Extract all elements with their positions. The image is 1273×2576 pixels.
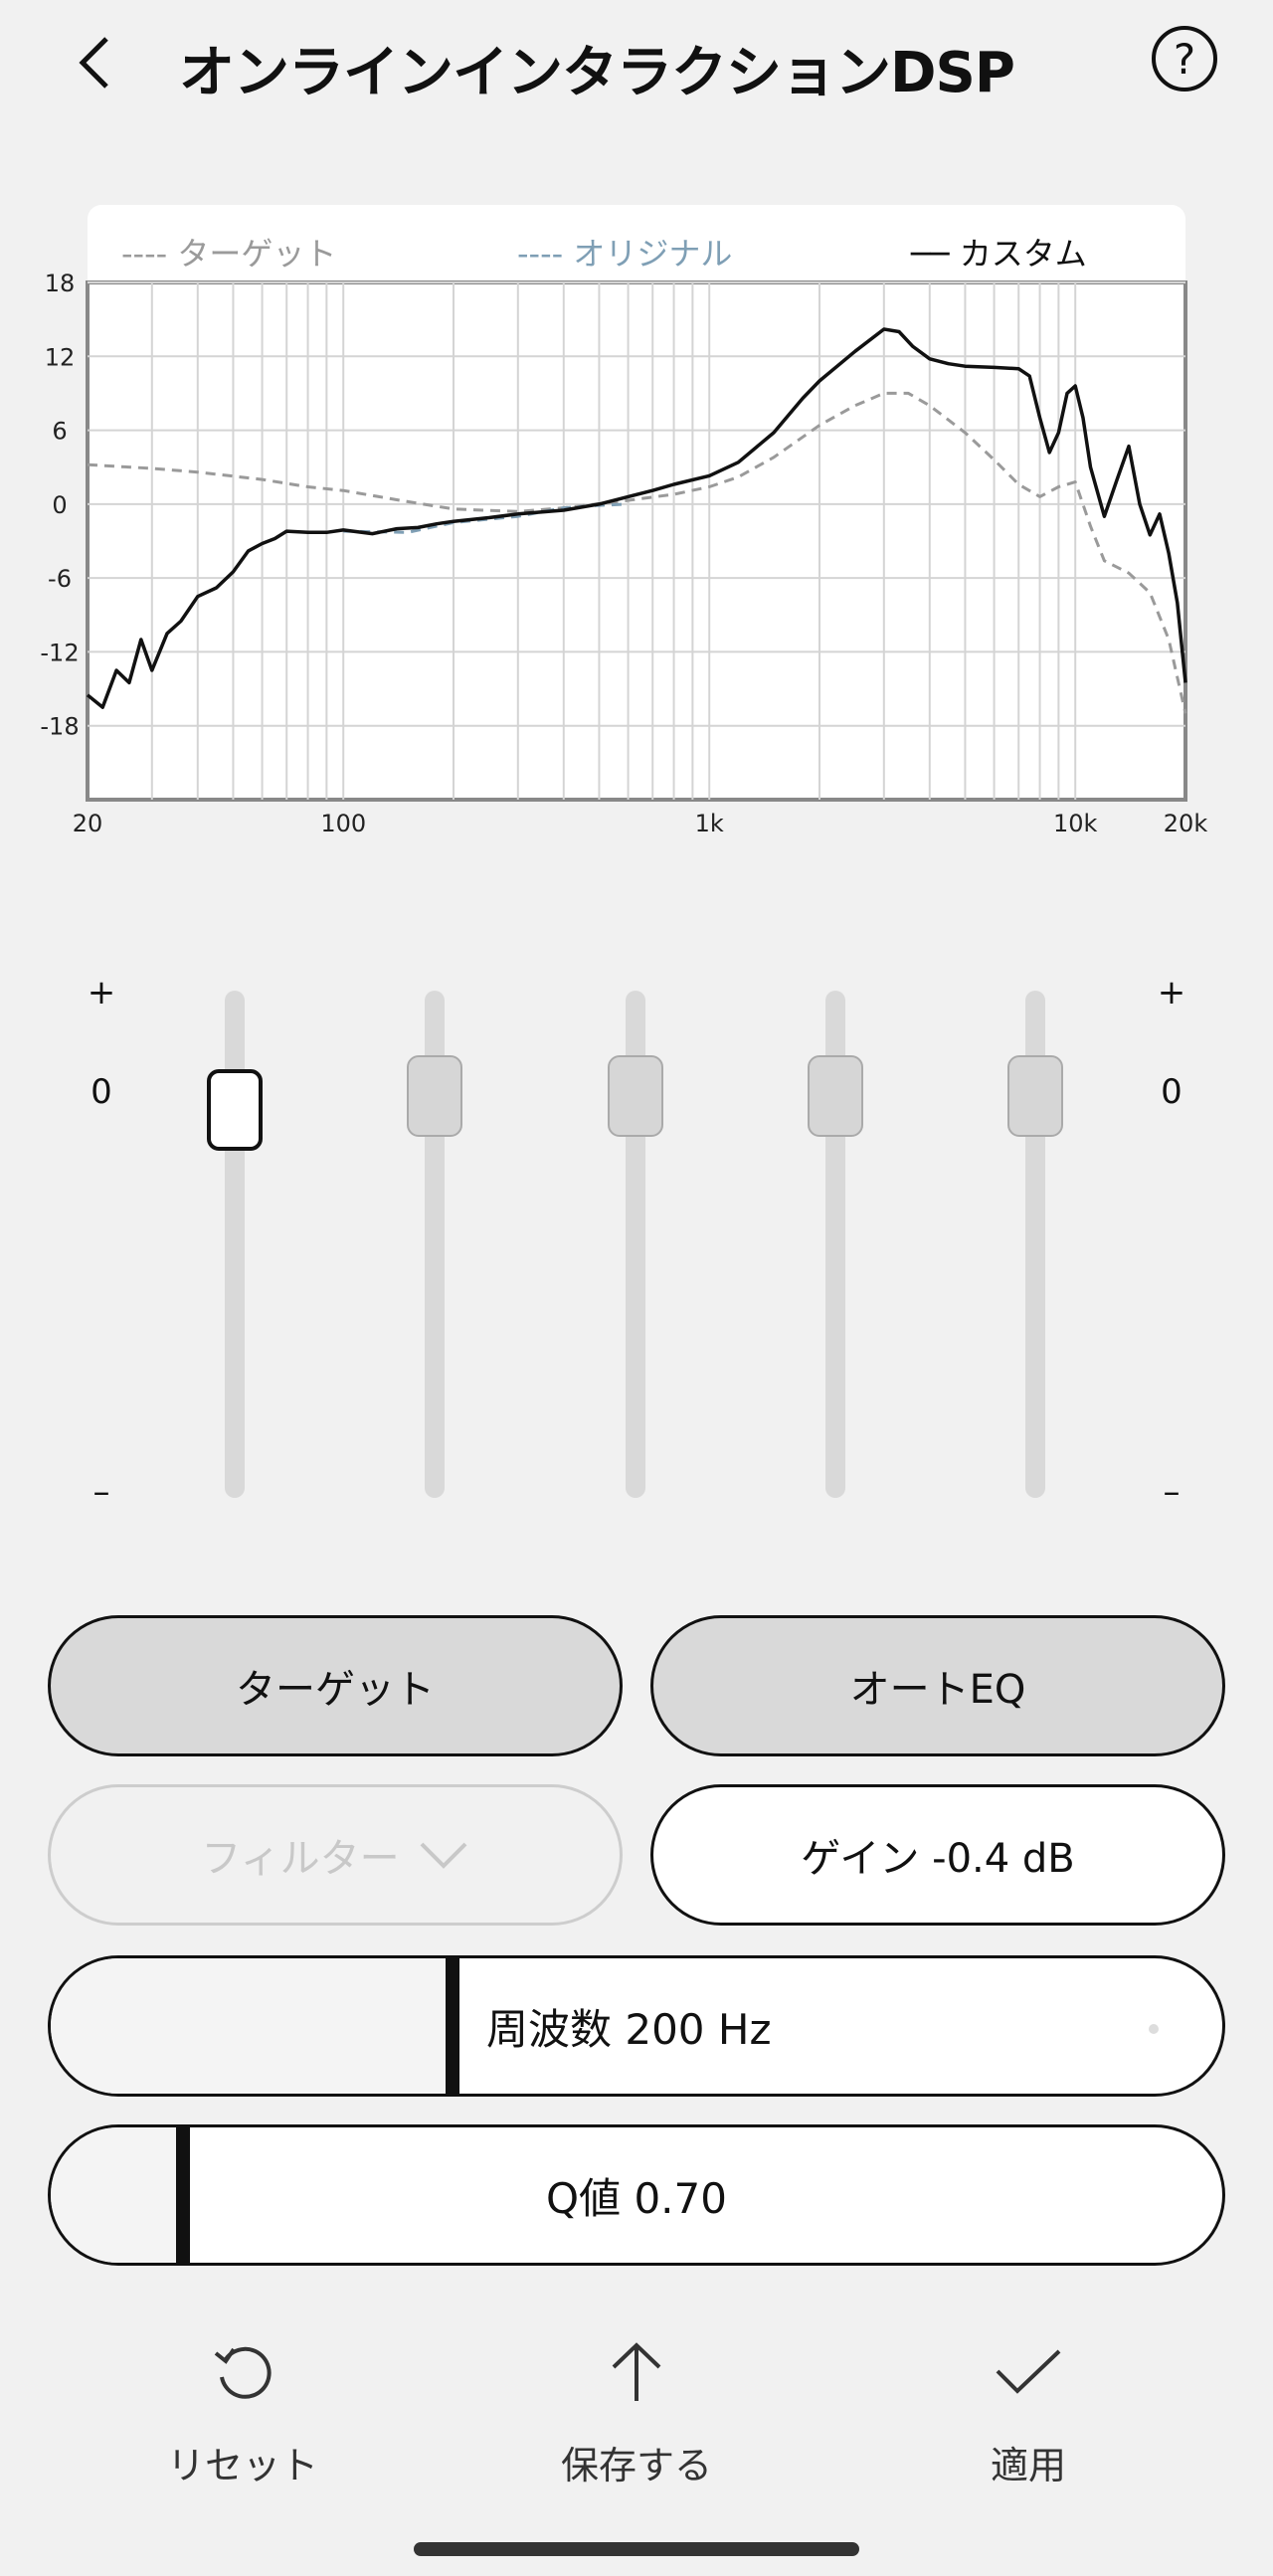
y-tick-label: -6 xyxy=(48,565,72,593)
x-tick-labels: 20 100 1k 10k 20k xyxy=(73,810,1208,837)
help-button[interactable]: ? xyxy=(1152,26,1217,92)
plot-area xyxy=(86,280,1187,802)
question-circle-icon: ? xyxy=(1173,34,1196,84)
x-tick-label: 10k xyxy=(1053,810,1098,837)
chevron-left-icon xyxy=(79,37,108,89)
eq-band-thumb[interactable] xyxy=(608,1055,663,1137)
save-label: 保存する xyxy=(560,2444,712,2487)
reset-label: リセット xyxy=(166,2444,318,2487)
q-value-label: Q値 0.70 xyxy=(546,2173,727,2223)
apply-label: 適用 xyxy=(990,2444,1066,2487)
eq-band-track[interactable] xyxy=(225,991,245,1498)
home-indicator xyxy=(414,2542,859,2556)
frequency-response-chart: 18 12 6 0 -6 -12 -18 20 100 1k 10k 20k xyxy=(40,270,1208,837)
reset-button[interactable]: リセット xyxy=(143,2337,342,2489)
eq-minus-label-left: – xyxy=(92,1472,110,1512)
page-title: オンラインインタラクションDSP xyxy=(179,41,1015,105)
save-button[interactable]: 保存する xyxy=(537,2337,736,2489)
x-tick-label: 1k xyxy=(695,810,724,837)
eq-band-thumb[interactable] xyxy=(407,1055,462,1137)
upload-arrow-icon xyxy=(612,2342,661,2401)
target-button[interactable]: ターゲット xyxy=(48,1615,623,1756)
eq-zero-label-left: 0 xyxy=(91,1072,112,1112)
gain-button[interactable]: ゲイン -0.4 dB xyxy=(650,1784,1225,1926)
y-tick-label: 0 xyxy=(52,491,67,519)
eq-band-thumb[interactable] xyxy=(808,1055,863,1137)
y-tick-label: 12 xyxy=(45,343,76,371)
y-tick-label: -12 xyxy=(40,639,79,666)
reset-icon xyxy=(214,2346,272,2399)
checkmark-icon xyxy=(996,2349,1061,2394)
x-tick-label: 20 xyxy=(73,810,103,837)
back-button[interactable] xyxy=(60,28,129,97)
frequency-label: 周波数 200 Hz xyxy=(486,2004,772,2054)
frequency-fill xyxy=(51,1958,446,2094)
y-tick-label: 6 xyxy=(52,418,67,446)
y-tick-label: -18 xyxy=(40,713,79,741)
filter-label: フィルター xyxy=(201,1836,400,1882)
apply-button[interactable]: 適用 xyxy=(929,2337,1128,2489)
y-tick-labels: 18 12 6 0 -6 -12 -18 xyxy=(40,270,79,741)
y-tick-label: 18 xyxy=(45,270,76,297)
eq-plus-label-left: + xyxy=(87,973,116,1012)
auto-eq-button[interactable]: オートEQ xyxy=(650,1615,1225,1756)
eq-plus-label-right: + xyxy=(1157,973,1186,1012)
frequency-handle[interactable] xyxy=(445,1958,459,2094)
frequency-slider[interactable]: 周波数 200 Hz xyxy=(48,1955,1225,2097)
eq-minus-label-right: – xyxy=(1163,1472,1181,1512)
eq-band-thumb[interactable] xyxy=(1007,1055,1063,1137)
eq-band-thumb[interactable] xyxy=(207,1069,263,1151)
x-tick-label: 20k xyxy=(1164,810,1208,837)
eq-zero-label-right: 0 xyxy=(1161,1072,1182,1112)
filter-dropdown[interactable]: フィルター xyxy=(48,1784,623,1926)
x-tick-label: 100 xyxy=(320,810,366,837)
frequency-dot xyxy=(1149,2024,1159,2034)
chevron-down-icon xyxy=(420,1842,467,1869)
q-value-slider[interactable]: Q値 0.70 xyxy=(48,2124,1225,2266)
